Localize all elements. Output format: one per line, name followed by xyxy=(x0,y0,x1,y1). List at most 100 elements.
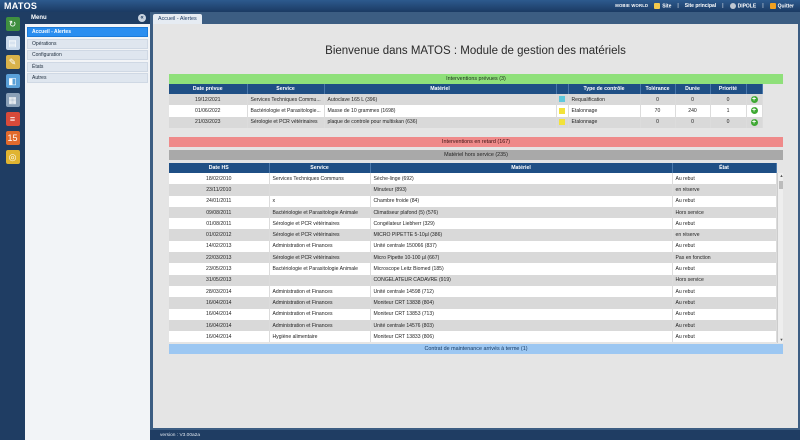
interventions-prevues-header[interactable]: Interventions prévues (3) xyxy=(169,74,783,84)
column-header[interactable]: Priorité xyxy=(710,84,747,94)
scroll-up-arrow[interactable]: ▲ xyxy=(778,173,783,179)
table-row[interactable]: 01/06/2022 Bactériologie et Parasitologie… xyxy=(169,105,783,117)
service-cell: Bactériologie et Parasitologie Animale xyxy=(269,263,371,275)
refresh-icon[interactable]: ↻ xyxy=(5,17,20,31)
sidebar: Menu « Accueil - Alertes Opérations Config… xyxy=(25,12,150,440)
date-hs-cell: 01/02/2012 xyxy=(169,229,270,241)
table-row[interactable]: 16/04/2014 Hygiène alimentaire Moniteur CR… xyxy=(169,331,777,343)
menu-item-0[interactable]: Accueil - Alertes xyxy=(27,27,148,37)
date-hs-cell: 24/01/2011 xyxy=(169,195,270,207)
table-row[interactable]: 28/03/2014 Administration et Finances Unit… xyxy=(169,285,777,298)
table-row[interactable]: 16/04/2014 Administration et Finances Unit… xyxy=(169,319,777,332)
service-cell: Administration et Finances xyxy=(269,297,371,309)
date-hs-cell: 22/03/2013 xyxy=(169,252,270,264)
site-principal-link[interactable]: Site principal xyxy=(685,3,716,9)
materiel-cell: Unité centrale 150066 (837) xyxy=(370,240,673,253)
add-intervention-icon[interactable]: + xyxy=(750,118,758,126)
table-row[interactable]: 16/04/2014 Administration et Finances Moni… xyxy=(169,308,777,320)
add-intervention-icon[interactable]: + xyxy=(750,107,758,115)
user-link[interactable]: DIPOLE xyxy=(729,2,756,9)
duree-cell: 0 xyxy=(675,94,711,106)
table-row[interactable]: 19/12/2021 Services Techniques Commu... Au… xyxy=(169,94,783,106)
materiel-hs-section: Matériel hors service (235) Date HS Servi… xyxy=(169,150,783,343)
etat-cell: Au rebut xyxy=(672,195,777,207)
truck-icon[interactable]: ◧ xyxy=(5,74,20,88)
table-row[interactable]: 21/03/2023 Sérologie et PCR vétérinaires p… xyxy=(169,116,783,128)
table-row[interactable]: 31/05/2013 CONGELATEUR CADAVRE (919) Hors … xyxy=(169,274,777,286)
menu-item-1[interactable]: Opérations xyxy=(27,38,148,49)
column-header[interactable]: Matériel xyxy=(324,84,557,94)
materiel-cell: MICRO PIPETTE 5-10µl (386) xyxy=(370,229,673,241)
menu-items: Accueil - Alertes Opérations Configuration… xyxy=(25,24,150,87)
mobie-world-logo: MOBIE WORLD xyxy=(615,3,649,9)
table-row[interactable]: 01/02/2012 Sérologie et PCR vétérinaires M… xyxy=(169,229,777,241)
scroll-down-arrow[interactable]: ▼ xyxy=(778,337,783,343)
site-link[interactable]: Site xyxy=(654,2,671,9)
materiel-cell: Moniteur CRT 13838 (804) xyxy=(370,297,673,309)
materiel-cell: Unité centrale 14598 (712) xyxy=(370,285,673,298)
etat-cell: en réserve xyxy=(672,229,777,241)
color-cell xyxy=(556,94,569,106)
duree-cell: 240 xyxy=(675,105,711,117)
separator: | xyxy=(722,2,724,9)
menu-item-3[interactable]: États xyxy=(27,61,148,72)
table-row[interactable]: 24/01/2011 x Chambre froide (84) Au rebut xyxy=(169,195,777,207)
date-hs-cell: 23/11/2010 xyxy=(169,184,270,196)
materiel-hs-header[interactable]: Matériel hors service (235) xyxy=(169,150,783,160)
column-header[interactable]: Matériel xyxy=(370,163,673,173)
column-header[interactable]: Durée xyxy=(675,84,711,94)
etat-cell: Hors service xyxy=(672,274,777,286)
document-icon[interactable]: ▤ xyxy=(5,36,20,50)
materiel-cell: Chambre froide (84) xyxy=(370,195,673,207)
add-intervention-icon[interactable]: + xyxy=(750,96,758,104)
scroll-gutter xyxy=(762,84,783,94)
type-cell: Etalonnage xyxy=(568,116,641,128)
etat-cell: Pas en fonction xyxy=(672,252,777,264)
table-row[interactable]: 22/03/2013 Sérologie et PCR vétérinaires M… xyxy=(169,252,777,264)
table-row[interactable]: 01/08/2011 Sérologie et PCR vétérinaires C… xyxy=(169,218,777,230)
color-cell xyxy=(556,105,569,117)
table-row[interactable]: 18/02/2010 Services Techniques Communs Sèc… xyxy=(169,173,777,185)
contrats-header[interactable]: Contrat de maintenance arrivés à terme (… xyxy=(169,344,783,354)
service-cell: Administration et Finances xyxy=(269,308,371,320)
menu-item-2[interactable]: Configuration xyxy=(27,50,148,60)
date-hs-cell: 16/04/2014 xyxy=(169,297,270,309)
coins-icon[interactable]: ◎ xyxy=(5,150,20,164)
interventions-retard-header[interactable]: Interventions en retard (167) xyxy=(169,137,783,147)
table-row[interactable]: 23/11/2010 Minuteur (893) en réserve xyxy=(169,184,777,196)
column-header[interactable] xyxy=(746,84,763,94)
column-header[interactable]: Date HS xyxy=(169,163,270,173)
building-icon[interactable]: ▦ xyxy=(5,93,20,107)
column-header[interactable]: Service xyxy=(269,163,371,173)
column-header[interactable]: Type de contrôle xyxy=(568,84,641,94)
column-header[interactable]: Tolérance xyxy=(640,84,676,94)
menu-title: Menu xyxy=(31,15,47,21)
service-cell: Services Techniques Communs xyxy=(269,173,371,185)
table-row[interactable]: 09/08/2011 Bactériologie et Parasitologie… xyxy=(169,206,777,219)
calendar-icon[interactable]: 15 xyxy=(5,131,20,145)
duree-cell: 0 xyxy=(675,116,711,128)
column-header[interactable]: État xyxy=(672,163,777,173)
interventions-prevues-section: Interventions prévues (3) Date prévue Ser… xyxy=(169,74,783,128)
scroll-gutter xyxy=(762,105,783,117)
table-row[interactable]: 14/02/2013 Administration et Finances Unit… xyxy=(169,240,777,253)
table-row[interactable]: 23/05/2013 Bactériologie et Parasitologie… xyxy=(169,263,777,275)
column-header[interactable]: Service xyxy=(247,84,325,94)
collapse-menu-button[interactable]: « xyxy=(138,14,146,22)
menu-header: Menu « xyxy=(25,12,150,24)
table-row[interactable]: 16/04/2014 Administration et Finances Moni… xyxy=(169,297,777,309)
stack-icon[interactable]: ≡ xyxy=(5,112,20,126)
edit-icon[interactable]: ✎ xyxy=(5,55,20,69)
date-hs-cell: 23/05/2013 xyxy=(169,263,270,275)
menu-item-4[interactable]: Autres xyxy=(27,73,148,83)
column-header[interactable]: Date prévue xyxy=(169,84,248,94)
page-title: Bienvenue dans MATOS : Module de gestion… xyxy=(325,45,626,57)
tab-accueil-alertes[interactable]: Accueil - Alertes xyxy=(153,14,202,24)
home-icon xyxy=(654,2,661,9)
column-header[interactable] xyxy=(556,84,569,94)
materiel-hs-scrollbar[interactable]: ▲ ▼ xyxy=(777,173,783,343)
date-hs-cell: 16/04/2014 xyxy=(169,331,270,343)
service-cell: Sérologie et PCR vétérinaires xyxy=(269,252,371,264)
scroll-thumb[interactable] xyxy=(779,181,783,189)
quit-link[interactable]: Quitter xyxy=(769,2,794,9)
